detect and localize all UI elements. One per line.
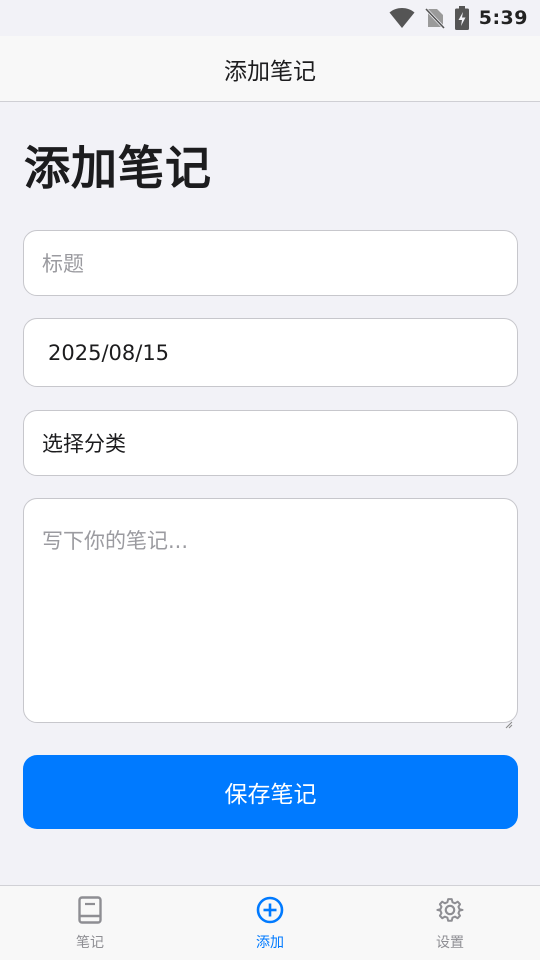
tab-label-notes: 笔记 <box>76 935 104 951</box>
gear-icon <box>436 896 464 928</box>
no-sim-icon <box>424 7 445 29</box>
tab-label-settings: 设置 <box>436 935 464 951</box>
tab-notes[interactable]: 笔记 <box>0 886 180 960</box>
tab-settings[interactable]: 设置 <box>360 886 540 960</box>
save-note-button[interactable]: 保存笔记 <box>23 755 518 829</box>
note-textarea[interactable]: 写下你的笔记... <box>23 498 518 729</box>
tab-bar: 笔记 添加 设置 <box>0 885 540 960</box>
tab-label-add: 添加 <box>256 935 284 951</box>
navigation-bar: 添加笔记 <box>0 36 540 102</box>
title-input[interactable]: 标题 <box>23 230 518 296</box>
date-picker-field[interactable]: 2025/08/15 <box>23 318 518 387</box>
wifi-icon <box>389 7 415 29</box>
plus-circle-icon <box>256 896 284 928</box>
category-select[interactable]: 选择分类 <box>23 410 518 476</box>
resize-handle-icon[interactable] <box>505 710 513 729</box>
battery-charging-icon <box>454 6 469 30</box>
add-note-form: 添加笔记 标题 2025/08/15 选择分类 写下你的笔记... 保存笔记 <box>0 102 540 885</box>
tab-add[interactable]: 添加 <box>180 886 360 960</box>
page-title: 添加笔记 <box>24 141 212 195</box>
status-time: 5:39 <box>478 7 528 29</box>
book-icon <box>76 896 104 928</box>
nav-title: 添加笔记 <box>224 58 316 85</box>
status-bar: 5:39 <box>0 0 540 36</box>
note-placeholder: 写下你的笔记... <box>42 529 189 553</box>
